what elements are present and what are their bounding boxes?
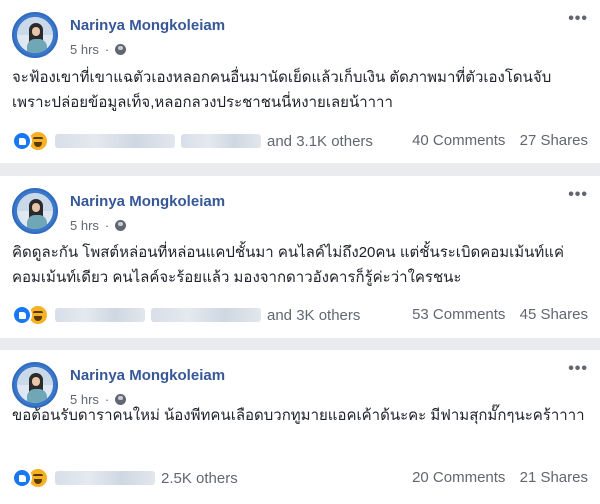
comments-count[interactable]: 40 Comments: [412, 132, 505, 149]
globe-icon: [115, 220, 127, 231]
blurred-names: [55, 308, 145, 322]
post-2: Narinya Mongkoleiam 5 hrs · ••• คิดดูละก…: [0, 176, 600, 338]
reaction-others: 2.5K others: [161, 469, 238, 487]
author-name[interactable]: Narinya Mongkoleiam: [70, 193, 225, 210]
post-meta: 5 hrs ·: [70, 218, 127, 233]
post-text: จะฟ้องเขาที่เขาแฉตัวเองหลอกคนอื่นมานัดเย…: [12, 69, 552, 111]
avatar[interactable]: [12, 362, 58, 408]
reaction-others: and 3.1K others: [267, 132, 373, 150]
reaction-summary[interactable]: 2.5K others: [12, 467, 238, 489]
post-meta: 5 hrs ·: [70, 42, 127, 57]
more-icon[interactable]: •••: [568, 360, 588, 378]
engagement-counts: 53 Comments 45 Shares: [412, 306, 588, 323]
post-header: Narinya Mongkoleiam 5 hrs · •••: [0, 176, 600, 234]
dot-separator: ·: [104, 42, 110, 57]
post-time[interactable]: 5 hrs: [70, 42, 99, 57]
reaction-summary[interactable]: and 3K others: [12, 304, 360, 326]
like-icon: [12, 131, 32, 151]
post-header: Narinya Mongkoleiam 5 hrs · •••: [0, 350, 600, 408]
post-text: ขอต้อนรับดาราคนใหม่ น้องพีทคนเลือดบวกทูม…: [12, 407, 585, 424]
reaction-summary[interactable]: and 3.1K others: [12, 130, 373, 152]
engagement-counts: 20 Comments 21 Shares: [412, 469, 588, 486]
reaction-others: and 3K others: [267, 306, 361, 324]
dot-separator: ·: [104, 218, 110, 233]
author-name[interactable]: Narinya Mongkoleiam: [70, 367, 225, 384]
globe-icon: [115, 44, 127, 55]
engagement-counts: 40 Comments 27 Shares: [412, 132, 588, 149]
comments-count[interactable]: 20 Comments: [412, 469, 505, 486]
post-text: คิดดูละกัน โพสต์หล่อนที่หล่อนแคปชั้นมา ค…: [12, 244, 564, 286]
like-icon: [12, 305, 32, 325]
comments-count[interactable]: 53 Comments: [412, 306, 505, 323]
blurred-names: [151, 308, 261, 322]
shares-count[interactable]: 27 Shares: [520, 132, 588, 149]
post-3: Narinya Mongkoleiam 5 hrs · ••• ขอต้อนรั…: [0, 350, 600, 504]
post-header: Narinya Mongkoleiam 5 hrs · •••: [0, 0, 600, 58]
more-icon[interactable]: •••: [568, 10, 588, 28]
blurred-names: [55, 134, 175, 148]
more-icon[interactable]: •••: [568, 186, 588, 204]
author-name[interactable]: Narinya Mongkoleiam: [70, 17, 225, 34]
blurred-names: [55, 471, 155, 485]
news-feed: Narinya Mongkoleiam 5 hrs · ••• จะฟ้องเข…: [0, 0, 600, 504]
avatar[interactable]: [12, 12, 58, 58]
shares-count[interactable]: 45 Shares: [520, 306, 588, 323]
like-icon: [12, 468, 32, 488]
shares-count[interactable]: 21 Shares: [520, 469, 588, 486]
avatar[interactable]: [12, 188, 58, 234]
blurred-names: [181, 134, 261, 148]
post-time[interactable]: 5 hrs: [70, 218, 99, 233]
post-1: Narinya Mongkoleiam 5 hrs · ••• จะฟ้องเข…: [0, 0, 600, 163]
